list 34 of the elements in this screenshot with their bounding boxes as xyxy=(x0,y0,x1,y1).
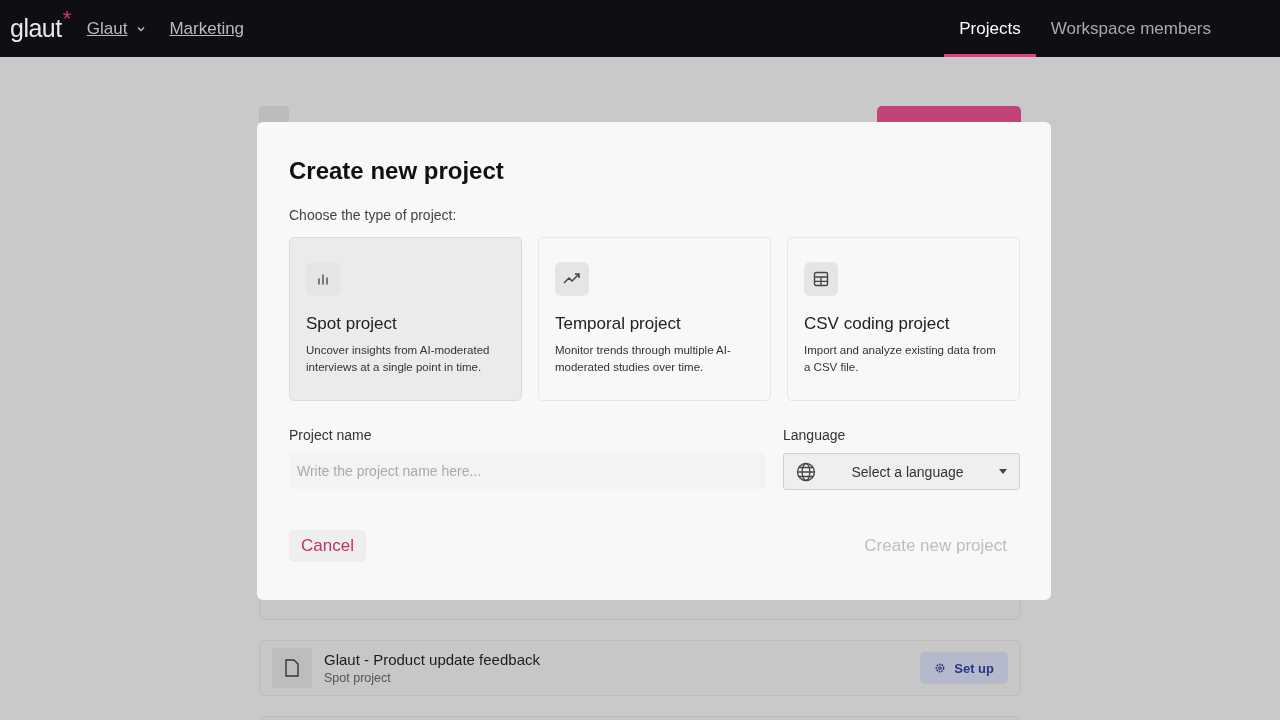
project-row[interactable]: Glaut - Product update feedback Spot project Set up xyxy=(259,640,1021,696)
card-title: Spot project xyxy=(306,314,398,334)
project-type: Spot project xyxy=(324,671,392,685)
language-select[interactable]: Select a language xyxy=(783,453,1020,490)
project-type-card[interactable]: Temporal project Monitor trends through multiple AI-moderated studies over time. xyxy=(538,237,771,401)
caret-down-icon xyxy=(999,469,1007,474)
breadcrumb-link[interactable]: Glaut xyxy=(86,18,146,39)
logo: glaut xyxy=(10,14,62,43)
nav-tab[interactable]: Projects xyxy=(944,3,1036,57)
globe-icon xyxy=(796,461,816,482)
card-title: Temporal project xyxy=(555,314,682,334)
card-description: Monitor trends through multiple AI-moderated studies over time. xyxy=(555,343,732,375)
cancel-button[interactable]: Cancel xyxy=(289,530,366,562)
dialog-title: Create new project xyxy=(289,156,505,186)
project-name-field[interactable]: Write the project name here... xyxy=(289,453,765,489)
chevron-down-icon[interactable] xyxy=(137,25,146,32)
project-name: Glaut - Product update feedback xyxy=(324,651,540,668)
type-prompt: Choose the type of project: xyxy=(289,207,458,223)
card-title: CSV coding project xyxy=(804,314,951,334)
document-icon xyxy=(285,659,299,677)
trend-up-icon xyxy=(563,273,581,285)
breadcrumb-link[interactable]: Marketing xyxy=(169,18,245,39)
setup-button[interactable]: Set up xyxy=(920,652,1008,684)
asterisk-mark: * xyxy=(62,8,71,30)
field-label: Language xyxy=(783,427,847,443)
table-icon xyxy=(813,271,829,287)
project-type-card[interactable]: Spot project Uncover insights from AI-moderated interviews at a single point in time. xyxy=(289,237,522,401)
field-label: Project name xyxy=(289,427,373,443)
bar-chart-icon xyxy=(316,272,330,286)
project-type-card[interactable]: CSV coding project Import and analyze existing data from a CSV file. xyxy=(787,237,1020,401)
gear-icon xyxy=(934,662,947,674)
nav-tab[interactable]: Workspace members xyxy=(1035,3,1226,57)
card-description: Uncover insights from AI-moderated interviews at a single point in time. xyxy=(306,343,491,375)
card-description: Import and analyze existing data from a CSV file. xyxy=(804,343,997,375)
